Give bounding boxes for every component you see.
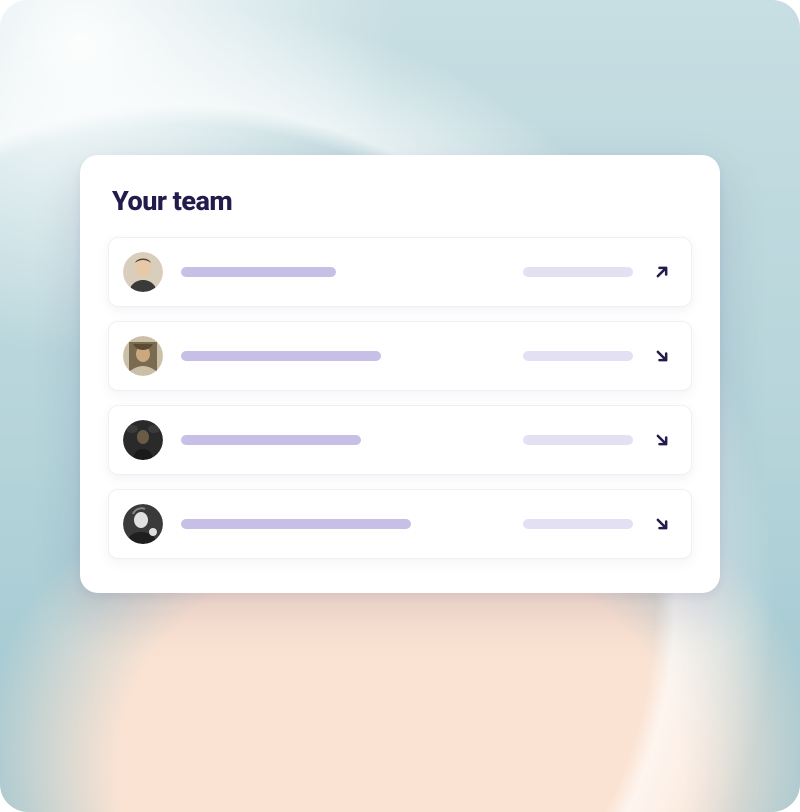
meta-skeleton (523, 519, 633, 529)
arrow-down-right-icon[interactable] (651, 345, 673, 367)
team-row[interactable] (108, 405, 692, 475)
name-skeleton (181, 267, 336, 277)
avatar (123, 504, 163, 544)
card-title: Your team (108, 185, 692, 217)
background-canvas: Your team (0, 0, 800, 812)
avatar (123, 420, 163, 460)
team-card: Your team (80, 155, 720, 593)
arrow-up-right-icon[interactable] (651, 261, 673, 283)
team-row[interactable] (108, 321, 692, 391)
name-skeleton (181, 435, 361, 445)
meta-skeleton (523, 435, 633, 445)
arrow-down-right-icon[interactable] (651, 513, 673, 535)
name-skeleton (181, 351, 381, 361)
avatar (123, 336, 163, 376)
arrow-down-right-icon[interactable] (651, 429, 673, 451)
name-skeleton (181, 519, 411, 529)
meta-skeleton (523, 267, 633, 277)
team-row[interactable] (108, 489, 692, 559)
meta-skeleton (523, 351, 633, 361)
team-row[interactable] (108, 237, 692, 307)
avatar (123, 252, 163, 292)
